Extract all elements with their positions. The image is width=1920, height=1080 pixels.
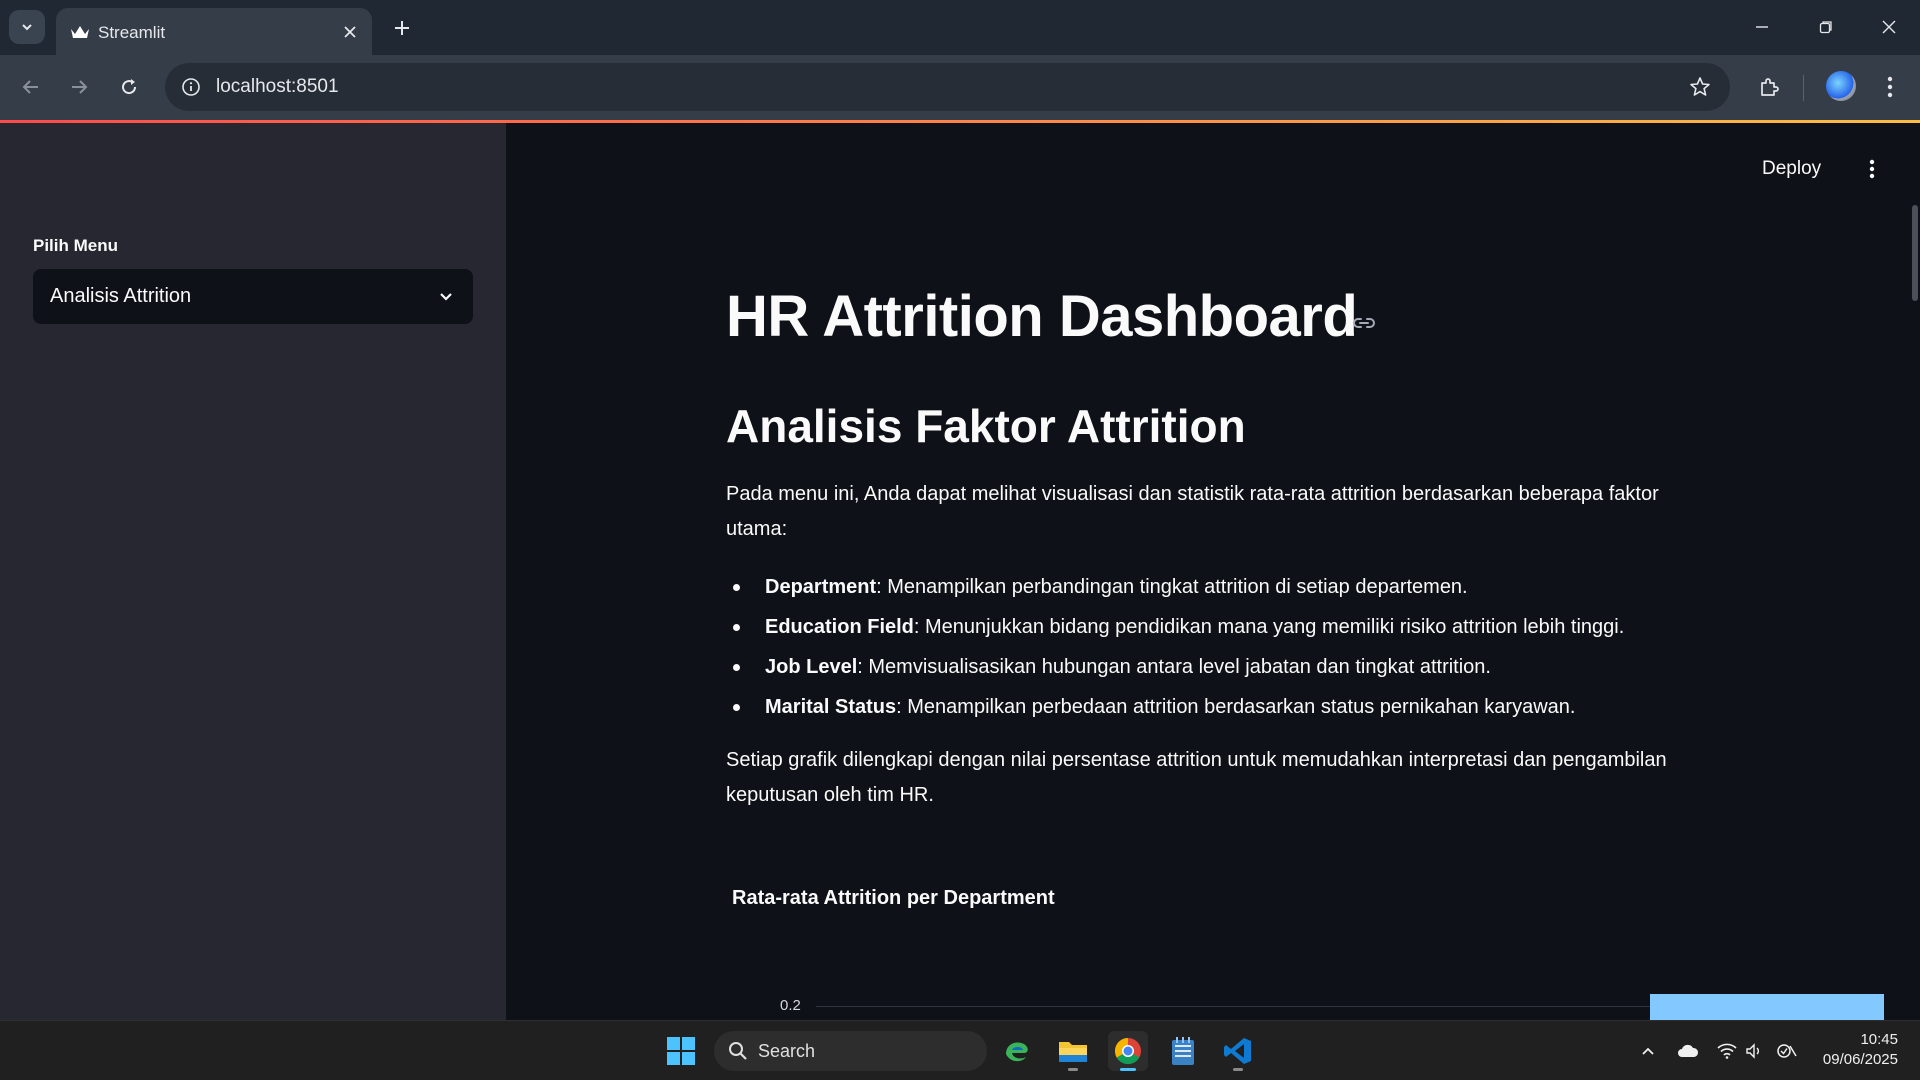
browser-tabstrip: Streamlit <box>0 0 1920 55</box>
reload-icon <box>122 79 137 95</box>
taskbar-app-edge-dev[interactable] <box>997 1031 1037 1071</box>
battery-sync-icon[interactable] <box>1775 1039 1799 1063</box>
outro-paragraph: Setiap grafik dilengkapi dengan nilai pe… <box>726 749 1667 806</box>
app-indicator <box>1233 1068 1243 1071</box>
kebab-menu-icon <box>1869 159 1875 179</box>
app-indicator <box>1068 1068 1078 1071</box>
taskbar-search[interactable]: Search <box>714 1031 987 1071</box>
taskbar-app-chrome[interactable] <box>1108 1031 1148 1071</box>
deploy-button[interactable]: Deploy <box>1762 158 1821 180</box>
chevron-up-icon <box>1642 1047 1654 1055</box>
chart-bar[interactable] <box>1650 994 1884 1020</box>
menu-label: Pilih Menu <box>33 236 118 255</box>
tab-title: Streamlit <box>98 23 166 42</box>
streamlit-favicon-icon <box>71 26 89 38</box>
list-item: Education Field: Menunjukkan bidang pend… <box>726 607 1706 647</box>
notepad-icon <box>1172 1037 1194 1065</box>
close-icon <box>1882 20 1896 34</box>
address-bar[interactable]: localhost:8501 <box>165 63 1730 111</box>
onedrive-icon[interactable] <box>1676 1039 1700 1063</box>
factor-list: Department: Menampilkan perbandingan tin… <box>726 567 1706 727</box>
taskbar-app-notepad[interactable] <box>1163 1031 1203 1071</box>
app-indicator <box>1120 1068 1136 1071</box>
extensions-icon[interactable] <box>1753 71 1785 103</box>
factor-name: Department <box>765 576 877 598</box>
forward-button[interactable] <box>63 71 95 103</box>
main-content: Deploy HR Attrition Dashboard Analisis F… <box>506 123 1920 1020</box>
clock-time: 10:45 <box>1860 1031 1898 1048</box>
start-button[interactable] <box>661 1031 701 1071</box>
factor-desc: : Memvisualisasikan hubungan antara leve… <box>857 656 1491 678</box>
app-menu-button[interactable] <box>1860 157 1884 181</box>
site-info-icon[interactable] <box>179 75 203 99</box>
taskbar-app-vscode[interactable] <box>1218 1031 1258 1071</box>
main-scrollbar[interactable] <box>1912 205 1918 301</box>
kebab-menu-icon <box>1887 76 1893 98</box>
edge-icon <box>1006 1042 1028 1062</box>
list-item: Job Level: Memvisualisasikan hubungan an… <box>726 647 1706 687</box>
y-tick-label: 0.2 <box>780 997 801 1014</box>
browser-tab[interactable]: Streamlit <box>56 8 372 55</box>
search-icon <box>729 1042 747 1060</box>
restore-button[interactable] <box>1806 10 1846 44</box>
menu-select-value: Analisis Attrition <box>50 285 192 307</box>
toolbar-separator <box>1803 75 1804 101</box>
chart-title: Rata-rata Attrition per Department <box>732 887 1055 909</box>
tab-search-button[interactable] <box>9 10 45 44</box>
taskbar-app-file-explorer[interactable] <box>1053 1031 1093 1071</box>
factor-name: Education Field <box>765 616 914 638</box>
restore-icon <box>1819 21 1832 34</box>
factor-desc: : Menunjukkan bidang pendidikan mana yan… <box>913 616 1625 638</box>
arrow-left-icon <box>22 80 38 94</box>
vscode-icon <box>1224 1038 1251 1064</box>
factor-name: Job Level <box>765 656 858 678</box>
plus-icon <box>395 21 409 35</box>
back-button[interactable] <box>15 71 47 103</box>
factor-desc: : Menampilkan perbandingan tingkat attri… <box>876 576 1468 598</box>
close-icon <box>344 26 356 38</box>
system-clock[interactable]: 10:45 09/06/2025 <box>1823 1030 1898 1070</box>
page-title: HR Attrition Dashboard <box>726 284 1358 349</box>
windows-logo-icon <box>667 1037 695 1065</box>
chart-gridline <box>816 1006 1696 1007</box>
browser-menu-button[interactable] <box>1874 71 1906 103</box>
wifi-icon[interactable] <box>1715 1039 1739 1063</box>
intro-paragraph: Pada menu ini, Anda dapat melihat visual… <box>726 483 1659 540</box>
search-label: Search <box>758 1041 816 1061</box>
new-tab-button[interactable] <box>388 14 416 42</box>
chevron-down-icon <box>435 285 457 307</box>
arrow-right-icon <box>72 80 88 94</box>
list-item: Marital Status: Menampilkan perbedaan at… <box>726 687 1706 727</box>
minimize-icon <box>1756 26 1768 28</box>
chevron-down-icon <box>22 24 32 31</box>
url-text: localhost:8501 <box>216 76 339 97</box>
minimize-button[interactable] <box>1742 10 1782 44</box>
tab-close-button[interactable] <box>338 20 362 44</box>
factor-desc: : Menampilkan perbedaan attrition berdas… <box>896 696 1576 718</box>
bookmark-star-icon[interactable] <box>1688 75 1712 99</box>
anchor-link-icon[interactable] <box>1350 309 1378 337</box>
folder-icon <box>1059 1042 1087 1062</box>
profile-avatar[interactable] <box>1826 71 1856 101</box>
chrome-icon <box>1114 1037 1141 1065</box>
tray-overflow-button[interactable] <box>1636 1039 1660 1063</box>
close-window-button[interactable] <box>1869 10 1909 44</box>
reload-button[interactable] <box>113 71 145 103</box>
windows-taskbar: Search 10:45 09/06/2025 <box>0 1020 1920 1080</box>
volume-icon[interactable] <box>1743 1039 1767 1063</box>
sidebar: Pilih Menu Analisis Attrition <box>0 123 506 1020</box>
factor-name: Marital Status <box>765 696 897 718</box>
list-item: Department: Menampilkan perbandingan tin… <box>726 567 1706 607</box>
menu-select[interactable]: Analisis Attrition <box>33 269 473 324</box>
clock-date: 09/06/2025 <box>1822 1051 1898 1068</box>
section-heading: Analisis Faktor Attrition <box>726 400 1246 452</box>
browser-toolbar: localhost:8501 <box>0 55 1920 120</box>
